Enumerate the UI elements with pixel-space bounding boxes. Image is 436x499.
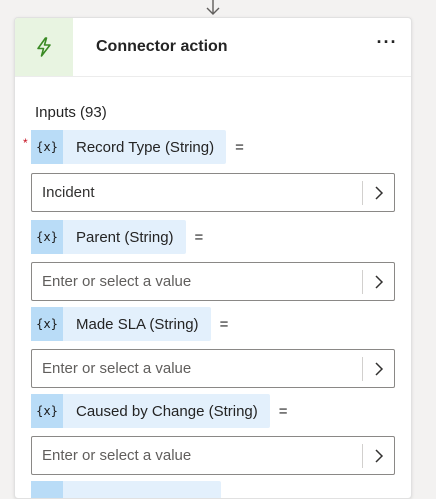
chevron-right-icon (374, 185, 383, 200)
flow-arrow-down-icon (206, 0, 220, 15)
equals-sign: = (194, 228, 204, 246)
card-title: Connector action (96, 38, 228, 55)
variable-icon: {x} (31, 307, 63, 341)
variable-icon: {x} (31, 220, 63, 254)
equals-sign: = (235, 138, 244, 156)
expand-button[interactable] (363, 174, 394, 211)
param-label: Parent (String) (76, 228, 174, 246)
required-marker: * (23, 136, 28, 150)
chevron-right-icon (374, 448, 383, 463)
equals-sign: = (219, 315, 229, 333)
expand-button[interactable] (363, 437, 394, 474)
chevron-right-icon (374, 274, 383, 289)
variable-chip[interactable]: {x} Record Type (String) (31, 130, 227, 164)
card-header[interactable]: Connector action ··· (15, 18, 411, 77)
expand-button[interactable] (363, 263, 394, 300)
inputs-heading: Inputs (93) (35, 104, 107, 121)
variable-icon: {x} (31, 394, 63, 428)
caused-by-change-field[interactable]: Enter or select a value (31, 436, 395, 475)
expand-button[interactable] (363, 350, 394, 387)
variable-chip[interactable]: {x} Made SLA (String) (31, 307, 211, 341)
equals-sign: = (278, 402, 288, 420)
variable-icon: {x} (31, 130, 63, 164)
field-value[interactable]: Incident (32, 184, 362, 201)
variable-icon (31, 481, 63, 498)
parent-field[interactable]: Enter or select a value (31, 262, 395, 301)
variable-chip[interactable]: {x} Caused by Change (String) (31, 394, 270, 428)
param-record-type: * {x} Record Type (String) = (23, 130, 244, 164)
record-type-field[interactable]: Incident (31, 173, 395, 212)
made-sla-field[interactable]: Enter or select a value (31, 349, 395, 388)
field-placeholder[interactable]: Enter or select a value (32, 273, 362, 290)
chevron-right-icon (374, 361, 383, 376)
connector-icon-tile (15, 18, 73, 76)
more-options-button[interactable]: ··· (375, 33, 399, 54)
param-label: Record Type (String) (76, 138, 215, 156)
connector-action-card[interactable]: Connector action ··· Inputs (93) * {x} R… (14, 17, 412, 499)
param-made-sla: {x} Made SLA (String) = (31, 307, 228, 341)
field-placeholder[interactable]: Enter or select a value (32, 360, 362, 377)
param-label: Caused by Change (String) (76, 402, 258, 420)
lightning-bolt-icon (37, 37, 51, 57)
param-label: Made SLA (String) (76, 315, 199, 333)
param-next-partial (31, 481, 221, 498)
variable-chip[interactable]: {x} Parent (String) (31, 220, 186, 254)
param-parent: {x} Parent (String) = (31, 220, 203, 254)
field-placeholder[interactable]: Enter or select a value (32, 447, 362, 464)
param-caused-by-change: {x} Caused by Change (String) = (31, 394, 288, 428)
variable-chip[interactable] (31, 481, 221, 498)
